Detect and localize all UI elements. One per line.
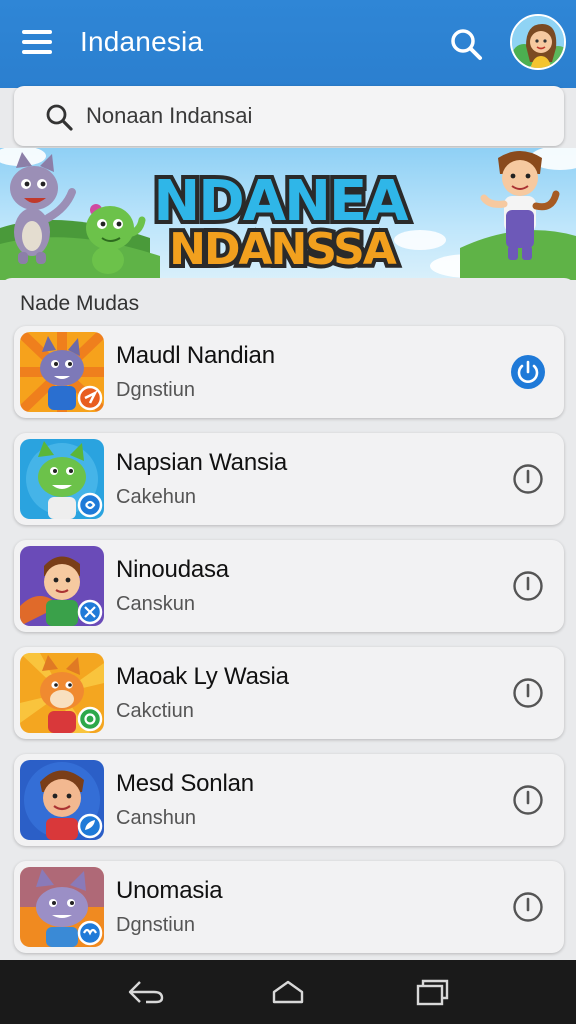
app-thumbnail xyxy=(20,546,104,626)
power-active-icon[interactable] xyxy=(510,354,546,390)
app-subtitle: Canskun xyxy=(116,593,195,615)
avatar[interactable] xyxy=(510,14,566,70)
app-subtitle: Cakctiun xyxy=(116,700,194,722)
search-icon[interactable] xyxy=(448,26,484,62)
app-list-item[interactable]: Maoak Ly Wasia Cakctiun xyxy=(14,647,564,739)
app-subtitle: Dgnstiun xyxy=(116,914,195,936)
banner-title-line2: NDANSSA xyxy=(169,224,397,275)
search-bar[interactable] xyxy=(14,86,564,146)
app-list-item[interactable]: Ninoudasa Canskun xyxy=(14,540,564,632)
system-nav-bar xyxy=(0,960,576,1024)
app-thumbnail xyxy=(20,760,104,840)
search-input[interactable] xyxy=(86,98,546,134)
app-name: Napsian Wansia xyxy=(116,449,288,476)
home-icon[interactable] xyxy=(268,976,308,1008)
power-icon[interactable] xyxy=(510,782,546,818)
app-thumbnail xyxy=(20,867,104,947)
app-list-item[interactable]: Maudl Nandian Dgnstiun xyxy=(14,326,564,418)
app-thumbnail xyxy=(20,332,104,412)
power-icon[interactable] xyxy=(510,461,546,497)
app-subtitle: Canshun xyxy=(116,807,197,829)
power-icon[interactable] xyxy=(510,675,546,711)
app-name: Unomasia xyxy=(116,877,223,904)
search-icon xyxy=(46,104,73,131)
recents-icon[interactable] xyxy=(412,976,452,1008)
app-name: Ninoudasa xyxy=(116,556,229,583)
app-thumbnail xyxy=(20,653,104,733)
app-list-item[interactable]: Unomasia Dgnstiun xyxy=(14,861,564,953)
app-name: Maudl Nandian xyxy=(116,342,275,369)
back-icon[interactable] xyxy=(126,976,166,1008)
menu-icon[interactable] xyxy=(22,30,52,56)
promo-banner[interactable]: NDANEA NDANEA NDANSSA NDANSSA xyxy=(0,148,576,280)
power-icon[interactable] xyxy=(510,889,546,925)
app-list-item[interactable]: Napsian Wansia Cakehun xyxy=(14,433,564,525)
app-bar: Indanesia xyxy=(0,0,576,88)
app-subtitle: Dgnstiun xyxy=(116,379,195,401)
app-name: Maoak Ly Wasia xyxy=(116,663,289,690)
app-thumbnail xyxy=(20,439,104,519)
power-icon[interactable] xyxy=(510,568,546,604)
app-name: Mesd Sonlan xyxy=(116,770,254,797)
app-title: Indanesia xyxy=(80,26,204,57)
app-subtitle: Cakehun xyxy=(116,486,197,508)
section-title: Nade Mudas xyxy=(20,292,140,315)
app-list-item[interactable]: Mesd Sonlan Canshun xyxy=(14,754,564,846)
